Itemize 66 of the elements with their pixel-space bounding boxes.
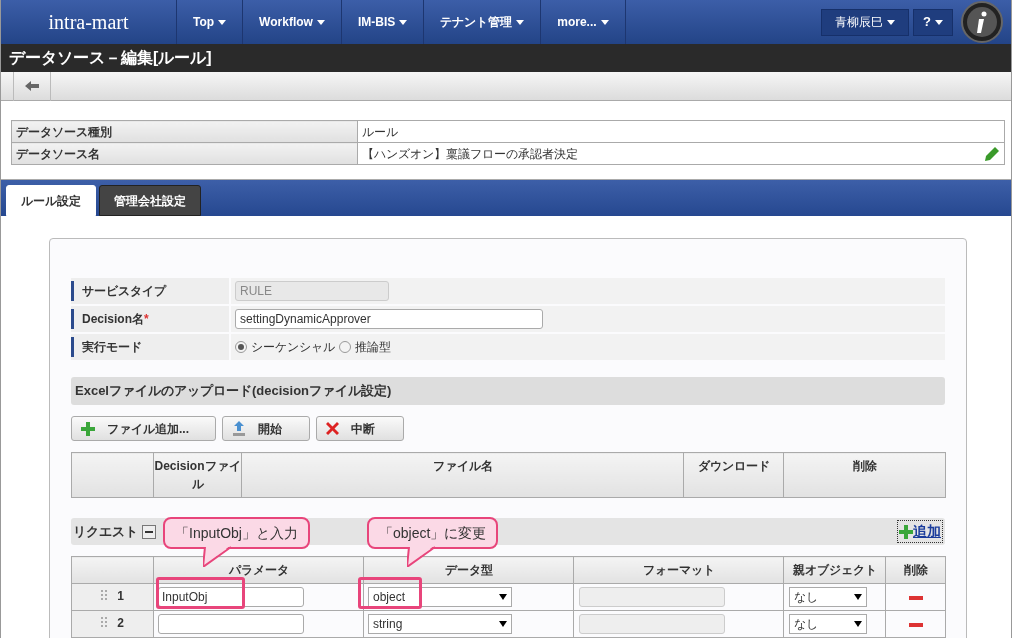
- delete-button[interactable]: [908, 622, 923, 627]
- caret-icon: [316, 19, 325, 25]
- caret-icon: [399, 19, 408, 25]
- section-title: リクエスト: [73, 522, 138, 541]
- delete-button[interactable]: [908, 595, 923, 600]
- column-header: ダウンロード: [683, 452, 784, 498]
- column-header: フォーマット: [573, 556, 784, 584]
- caret-icon: [499, 594, 507, 600]
- caret-icon: [934, 19, 943, 25]
- plus-icon: [899, 524, 913, 539]
- field-label: 実行モード: [82, 339, 142, 356]
- parameter-field[interactable]: InputObj: [158, 587, 304, 607]
- callout-tail: [407, 545, 437, 567]
- help-menu[interactable]: ?: [913, 8, 953, 36]
- page-title: データソース－編集[ルール]: [9, 48, 212, 68]
- caret-icon: [600, 19, 609, 25]
- column-header: 親オブジェクト: [783, 556, 886, 584]
- field-label: Decision名*: [82, 311, 149, 328]
- row-number: 2: [117, 615, 124, 632]
- caret-icon: [499, 621, 507, 627]
- back-button[interactable]: [13, 71, 51, 101]
- start-button[interactable]: 開始: [222, 416, 310, 441]
- radio-option[interactable]: シーケンシャル: [235, 338, 335, 356]
- tab[interactable]: 管理会社設定: [99, 185, 201, 216]
- caret-icon: [854, 621, 862, 627]
- plus-icon: [81, 421, 95, 436]
- field-label: サービスタイプ: [82, 283, 166, 300]
- column-header: ファイル名: [241, 452, 684, 498]
- collapse-button[interactable]: [142, 524, 156, 539]
- dropdown[interactable]: object: [368, 587, 512, 607]
- dropdown[interactable]: なし: [789, 614, 867, 634]
- dropdown[interactable]: string: [368, 614, 512, 634]
- column-header: 削除: [885, 556, 946, 584]
- info-logo-icon[interactable]: [961, 1, 1003, 43]
- drag-handle-icon[interactable]: [101, 617, 108, 629]
- info-value: 【ハンズオン】稟議フローの承認者決定: [362, 145, 578, 163]
- caret-icon: [887, 19, 895, 25]
- close-icon: [326, 422, 339, 435]
- service-type-field: RULE: [235, 281, 389, 301]
- info-label: データソース種別: [11, 120, 358, 143]
- callout-tail: [203, 545, 233, 567]
- column-header: Decisionファイル: [153, 452, 242, 498]
- row-number: 1: [117, 588, 124, 605]
- parameter-field[interactable]: [158, 614, 304, 634]
- info-label: データソース名: [11, 142, 358, 165]
- radio-option[interactable]: 推論型: [339, 338, 391, 356]
- tab[interactable]: ルール設定: [6, 185, 96, 216]
- caret-icon: [218, 19, 227, 25]
- decision-name-field[interactable]: settingDynamicApprover: [235, 309, 543, 329]
- user-menu[interactable]: 青柳辰巳: [821, 8, 909, 36]
- back-arrow-icon: [25, 81, 39, 91]
- logo: intra-mart: [48, 10, 129, 35]
- caret-icon: [854, 594, 862, 600]
- upload-icon: [232, 420, 246, 437]
- section-title: Excelファイルのアップロード(decisionファイル設定): [75, 382, 392, 401]
- pencil-icon[interactable]: [984, 145, 1000, 162]
- add-link[interactable]: 追加: [897, 520, 943, 543]
- cancel-button[interactable]: 中断: [316, 416, 404, 441]
- add-file-button[interactable]: ファイル追加...: [71, 416, 216, 441]
- column-header: パラメータ: [153, 556, 364, 584]
- column-header: 削除: [783, 452, 946, 498]
- info-value: ルール: [362, 123, 398, 141]
- dropdown[interactable]: なし: [789, 587, 867, 607]
- highlight-frame: [358, 577, 422, 609]
- drag-handle-icon[interactable]: [101, 590, 108, 602]
- caret-icon: [516, 19, 525, 25]
